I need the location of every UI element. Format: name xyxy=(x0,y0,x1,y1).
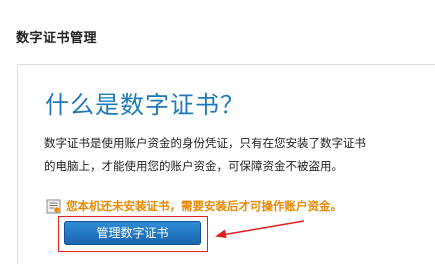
section-title: 数字证书管理 xyxy=(16,31,98,46)
manage-certificate-button[interactable]: 管理数字证书 xyxy=(64,221,201,245)
certificate-management-page: 数字证书管理 什么是数字证书？ 数字证书是使用账户资金的身份凭证，只有在您安装了… xyxy=(0,0,435,264)
warning-text: 您本机还未安装证书，需要安装后才可操作账户资金。 xyxy=(66,199,342,213)
panel-heading: 什么是数字证书？ xyxy=(45,91,245,119)
description-text: 数字证书是使用账户资金的身份凭证，只有在您安装了数字证书 的电脑上，才能使用您的… xyxy=(44,132,435,178)
description-line-2: 的电脑上，才能使用您的账户资金，可保障资金不被盗用。 xyxy=(44,159,343,173)
certificate-warning-icon xyxy=(46,199,61,214)
annotation-arrow xyxy=(215,220,305,238)
warning-message: 您本机还未安装证书，需要安装后才可操作账户资金。 xyxy=(46,197,342,215)
description-line-1: 数字证书是使用账户资金的身份凭证，只有在您安装了数字证书 xyxy=(44,136,366,150)
